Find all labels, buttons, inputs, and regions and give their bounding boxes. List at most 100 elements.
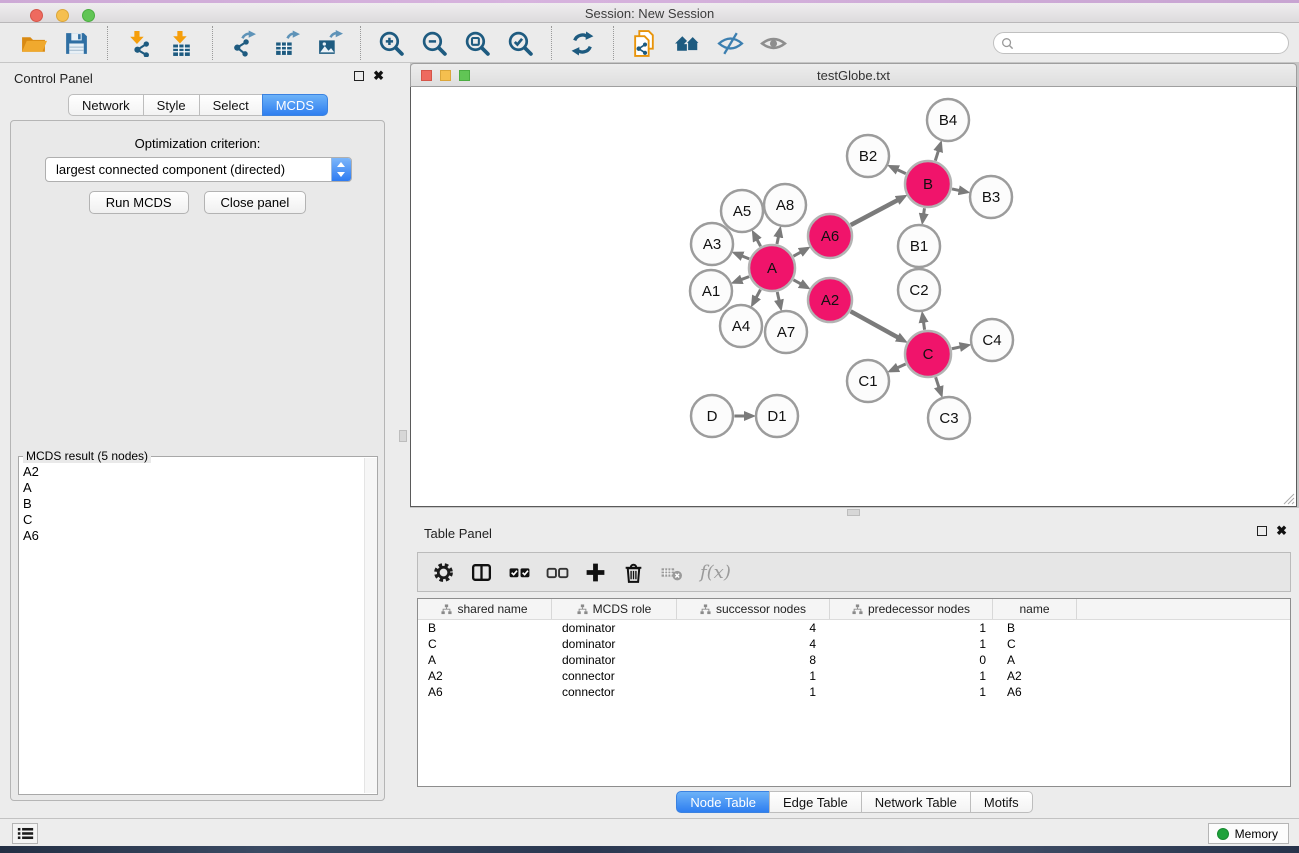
horizontal-split-divider[interactable]: [410, 508, 1299, 518]
table-cell[interactable]: 0: [830, 653, 993, 667]
table-cell[interactable]: 1: [677, 669, 830, 683]
tab-select[interactable]: Select: [199, 94, 263, 116]
delete-column-trash-icon[interactable]: [622, 561, 645, 584]
save-session-icon[interactable]: [63, 30, 90, 57]
table-cell[interactable]: 1: [830, 637, 993, 651]
home-icon[interactable]: [674, 30, 701, 57]
import-network-icon[interactable]: [125, 30, 152, 57]
table-cell[interactable]: A2: [993, 669, 1077, 683]
table-cell[interactable]: 8: [677, 653, 830, 667]
table-cell[interactable]: 1: [677, 685, 830, 699]
export-table-icon[interactable]: [273, 30, 300, 57]
network-window-titlebar[interactable]: testGlobe.txt: [410, 63, 1297, 87]
run-mcds-button[interactable]: Run MCDS: [89, 191, 189, 214]
optimization-criterion-select[interactable]: largest connected component (directed): [45, 157, 352, 182]
node-D1[interactable]: D1: [756, 395, 798, 437]
zoom-in-icon[interactable]: [378, 30, 405, 57]
table-cell[interactable]: B: [418, 621, 552, 635]
table-cell[interactable]: connector: [552, 669, 677, 683]
node-C4[interactable]: C4: [971, 319, 1013, 361]
edge-C-C3[interactable]: [936, 377, 939, 387]
tab-motifs[interactable]: Motifs: [970, 791, 1033, 813]
mcds-result-scrollbar[interactable]: [364, 458, 377, 793]
table-cell[interactable]: A6: [418, 685, 552, 699]
edge-A-A2[interactable]: [793, 280, 801, 284]
split-handle[interactable]: [399, 430, 407, 442]
edge-A-A1[interactable]: [741, 277, 749, 280]
table-cell[interactable]: A: [418, 653, 552, 667]
table-cell[interactable]: connector: [552, 685, 677, 699]
tab-network[interactable]: Network: [68, 94, 144, 116]
resize-grip-icon[interactable]: [1283, 493, 1295, 505]
node-B4[interactable]: B4: [927, 99, 969, 141]
table-cell[interactable]: dominator: [552, 637, 677, 651]
node-A6[interactable]: A6: [808, 214, 852, 258]
edge-B-B3[interactable]: [952, 189, 960, 191]
split-handle[interactable]: [847, 509, 860, 516]
node-A1[interactable]: A1: [690, 270, 732, 312]
tab-network-table[interactable]: Network Table: [861, 791, 971, 813]
float-panel-icon[interactable]: [354, 71, 364, 81]
table-cell[interactable]: 1: [830, 621, 993, 635]
tab-mcds[interactable]: MCDS: [262, 94, 328, 116]
node-D[interactable]: D: [691, 395, 733, 437]
refresh-icon[interactable]: [569, 30, 596, 57]
mcds-result-list[interactable]: A2ABCA6: [19, 461, 363, 794]
mcds-result-item[interactable]: A6: [23, 528, 359, 544]
memory-button[interactable]: Memory: [1208, 823, 1289, 844]
node-C3[interactable]: C3: [928, 397, 970, 439]
node-A7[interactable]: A7: [765, 311, 807, 353]
node-A5[interactable]: A5: [721, 190, 763, 232]
edge-C-C2[interactable]: [923, 322, 924, 330]
export-image-icon[interactable]: [316, 30, 343, 57]
node-A2[interactable]: A2: [808, 278, 852, 322]
table-cell[interactable]: A: [993, 653, 1077, 667]
node-C[interactable]: C: [905, 331, 951, 377]
column-header-successor-nodes[interactable]: successor nodes: [677, 599, 830, 619]
export-network-icon[interactable]: [230, 30, 257, 57]
node-table[interactable]: shared nameMCDS rolesuccessor nodesprede…: [417, 598, 1291, 787]
close-panel-icon[interactable]: ✖: [1276, 526, 1287, 536]
node-A[interactable]: A: [749, 245, 795, 291]
table-settings-gear-icon[interactable]: [432, 561, 455, 584]
close-panel-button[interactable]: Close panel: [204, 191, 307, 214]
node-C1[interactable]: C1: [847, 360, 889, 402]
column-header-name[interactable]: name: [993, 599, 1077, 619]
edge-B-B2[interactable]: [897, 170, 906, 174]
mcds-result-item[interactable]: A2: [23, 464, 359, 480]
zoom-selected-icon[interactable]: [507, 30, 534, 57]
mcds-result-item[interactable]: C: [23, 512, 359, 528]
mcds-result-item[interactable]: A: [23, 480, 359, 496]
table-row[interactable]: Bdominator41B: [418, 620, 1290, 636]
edge-C-C4[interactable]: [952, 347, 961, 349]
close-panel-icon[interactable]: ✖: [373, 71, 384, 81]
node-C2[interactable]: C2: [898, 269, 940, 311]
search-input[interactable]: [1018, 34, 1280, 52]
table-cell[interactable]: dominator: [552, 653, 677, 667]
float-panel-icon[interactable]: [1257, 526, 1267, 536]
tab-style[interactable]: Style: [143, 94, 200, 116]
import-table-icon[interactable]: [168, 30, 195, 57]
edge-A-A7[interactable]: [777, 292, 779, 301]
edge-B-B4[interactable]: [935, 151, 938, 161]
node-B1[interactable]: B1: [898, 225, 940, 267]
node-A4[interactable]: A4: [720, 305, 762, 347]
table-row[interactable]: Adominator80A: [418, 652, 1290, 668]
network-graph[interactable]: AA1A2A3A4A5A6A7A8BB1B2B3B4CC1C2C3C4DD1: [411, 87, 1296, 505]
table-row[interactable]: Cdominator41C: [418, 636, 1290, 652]
table-cell[interactable]: 1: [830, 669, 993, 683]
open-session-icon[interactable]: [20, 30, 47, 57]
table-cell[interactable]: 4: [677, 621, 830, 635]
table-row[interactable]: A2connector11A2: [418, 668, 1290, 684]
node-A3[interactable]: A3: [691, 223, 733, 265]
network-canvas[interactable]: AA1A2A3A4A5A6A7A8BB1B2B3B4CC1C2C3C4DD1: [410, 87, 1297, 507]
edge-B-B1[interactable]: [924, 208, 925, 214]
search-field[interactable]: [993, 32, 1289, 54]
zoom-out-icon[interactable]: [421, 30, 448, 57]
edge-A2-C[interactable]: [851, 311, 899, 337]
tab-node-table[interactable]: Node Table: [676, 791, 770, 813]
select-all-columns-icon[interactable]: [508, 561, 531, 584]
table-cell[interactable]: 1: [830, 685, 993, 699]
column-header-mcds-role[interactable]: MCDS role: [552, 599, 677, 619]
table-cell[interactable]: dominator: [552, 621, 677, 635]
